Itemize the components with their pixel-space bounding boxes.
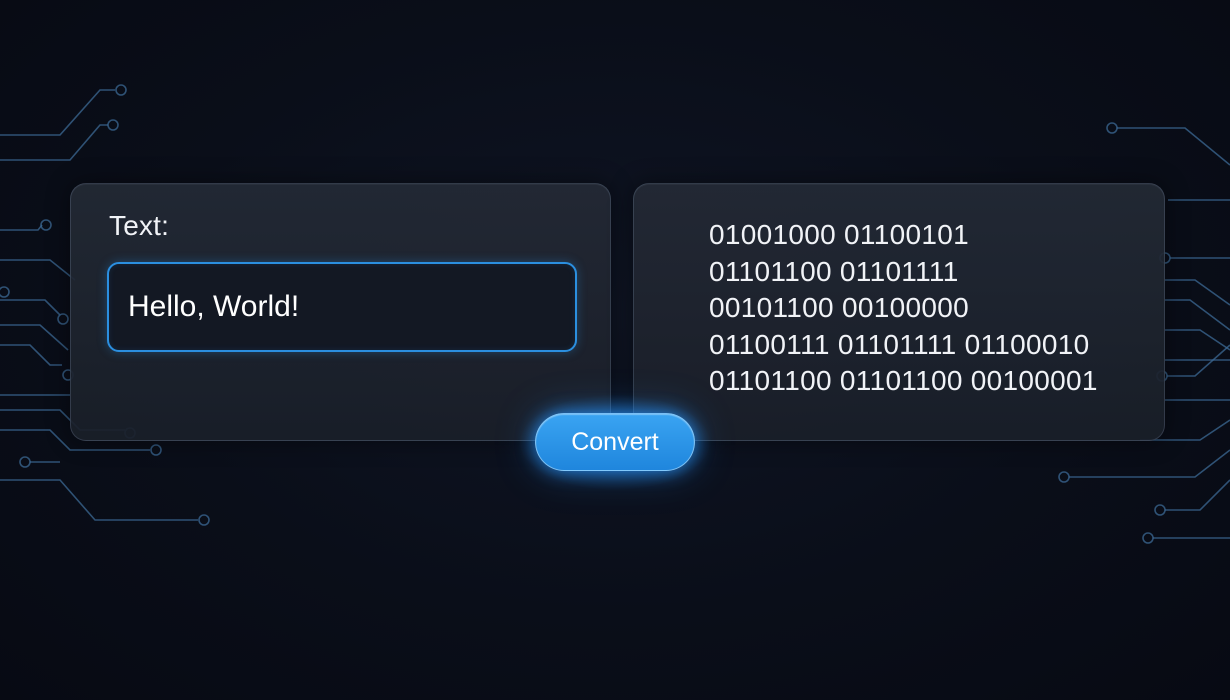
circuit-line	[1069, 449, 1230, 478]
circuit-line	[0, 324, 69, 351]
text-input[interactable]	[107, 262, 577, 352]
circuit-line	[1167, 344, 1230, 377]
circuit-node	[115, 84, 127, 96]
circuit-line	[0, 479, 198, 521]
text-field-label: Text:	[109, 210, 170, 241]
circuit-line	[1165, 279, 1230, 306]
circuit-node	[1154, 504, 1166, 516]
circuit-line	[1117, 127, 1230, 166]
circuit-node	[150, 444, 162, 456]
binary-output-line: 01101100 01101111	[709, 255, 959, 287]
text-input-panel: Text:	[70, 183, 611, 441]
circuit-node	[198, 514, 210, 526]
circuit-node	[57, 313, 69, 325]
circuit-line	[0, 299, 61, 316]
circuit-line	[1165, 329, 1230, 351]
circuit-line	[0, 124, 108, 161]
binary-output-line: 00101100 00100000	[709, 292, 969, 323]
circuit-line	[0, 224, 43, 231]
binary-output-panel: 01001000 01100101 01101100 01101111 0010…	[633, 183, 1165, 441]
circuit-node	[1142, 532, 1154, 544]
circuit-node	[1058, 471, 1070, 483]
circuit-line	[1165, 299, 1230, 331]
circuit-line	[0, 259, 76, 281]
circuit-node	[40, 219, 52, 231]
circuit-line	[0, 89, 115, 136]
circuit-node	[0, 286, 10, 298]
circuit-node	[107, 119, 119, 131]
binary-output-line: 01100111 01101111 01100010	[709, 328, 1090, 360]
convert-button[interactable]: Convert	[535, 413, 695, 471]
circuit-node	[1106, 122, 1118, 134]
binary-output-line: 01101100 01101100 00100001	[709, 365, 1098, 396]
binary-output-line: 01001000 01100101	[709, 219, 969, 250]
circuit-node	[19, 456, 31, 468]
binary-output: 01001000 01100101 01101100 01101111 0010…	[709, 217, 1098, 400]
circuit-line	[1165, 479, 1230, 511]
circuit-line	[0, 344, 62, 366]
